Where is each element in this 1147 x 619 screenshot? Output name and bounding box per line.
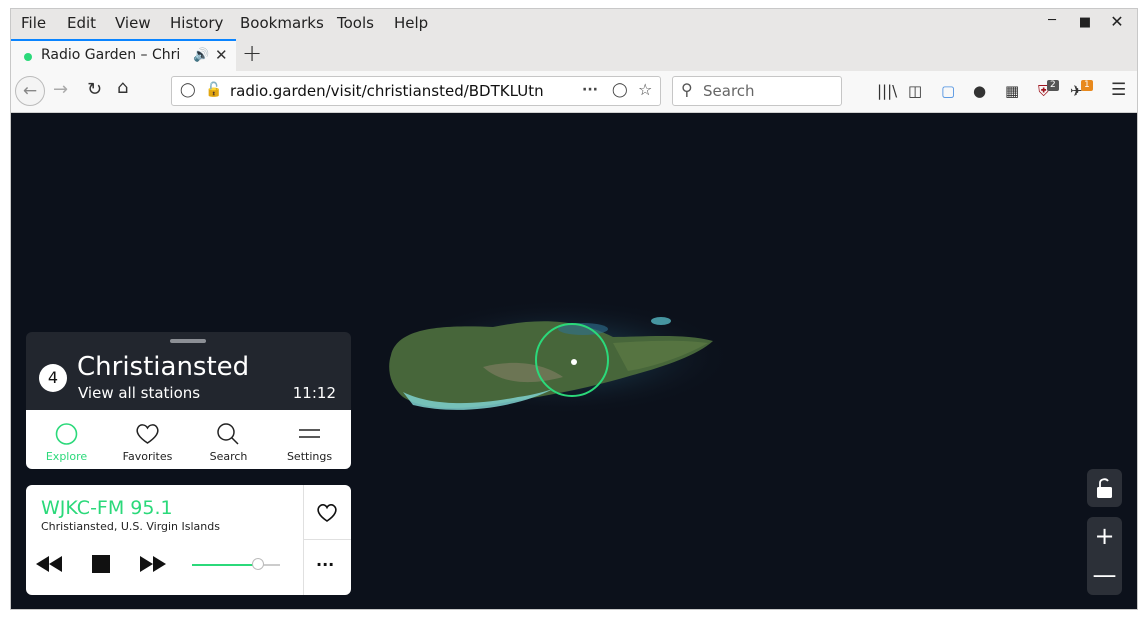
tab-favicon-icon bbox=[24, 53, 32, 61]
view-all-stations-link[interactable]: View all stations bbox=[78, 384, 200, 402]
back-icon[interactable]: ← bbox=[15, 76, 45, 106]
explore-circle-icon bbox=[55, 423, 78, 445]
menu-tools[interactable]: Tools bbox=[337, 14, 374, 32]
bookmark-star-icon[interactable]: ☆ bbox=[638, 80, 652, 99]
tab-close-icon[interactable]: ✕ bbox=[215, 46, 228, 64]
shield-icon[interactable]: ◯ bbox=[180, 82, 196, 98]
document-icon[interactable]: ▢ bbox=[941, 82, 955, 100]
library-icon[interactable]: |||\ bbox=[877, 82, 897, 100]
ublock-badge: 2 bbox=[1047, 80, 1059, 91]
tab-search[interactable]: Search bbox=[188, 410, 269, 469]
zoom-out-button[interactable]: — bbox=[1087, 556, 1122, 595]
divider-horizontal bbox=[303, 539, 351, 540]
place-title: Christiansted bbox=[77, 352, 250, 382]
tab-search-label: Search bbox=[209, 450, 248, 463]
volume-fill bbox=[192, 564, 258, 566]
tab-favorites[interactable]: Favorites bbox=[107, 410, 188, 469]
search-placeholder: Search bbox=[703, 82, 755, 100]
tab-radio-garden[interactable]: Radio Garden – Christi 🔊 ✕ bbox=[11, 39, 236, 71]
local-time: 11:12 bbox=[292, 384, 336, 402]
station-name[interactable]: WJKC-FM 95.1 bbox=[41, 497, 173, 519]
menu-view[interactable]: View bbox=[115, 14, 151, 32]
menu-history[interactable]: History bbox=[170, 14, 223, 32]
station-count-badge: 4 bbox=[39, 364, 67, 392]
tab-settings[interactable]: Settings bbox=[269, 410, 350, 469]
rewind-icon[interactable] bbox=[35, 555, 63, 573]
url-text[interactable]: radio.garden/visit/christiansted/BDTKLUt… bbox=[230, 82, 544, 100]
search-box[interactable]: ⚲ Search bbox=[672, 76, 842, 106]
home-icon[interactable]: ⌂ bbox=[117, 77, 128, 98]
insecure-lock-icon[interactable]: 🔓 bbox=[205, 82, 222, 98]
tab-settings-label: Settings bbox=[286, 450, 333, 463]
url-bar[interactable]: ◯ 🔓 radio.garden/visit/christiansted/BDT… bbox=[171, 76, 661, 106]
unlock-icon bbox=[1097, 478, 1112, 498]
nav-tabs: Explore Favorites Search Settings bbox=[26, 410, 351, 469]
drag-handle[interactable] bbox=[170, 339, 206, 343]
pocket-icon[interactable]: ◯ bbox=[612, 82, 628, 98]
player-card: WJKC-FM 95.1 Christiansted, U.S. Virgin … bbox=[26, 485, 351, 595]
favorite-heart-icon[interactable] bbox=[316, 503, 338, 523]
location-card: 4 Christiansted View all stations 11:12 … bbox=[26, 332, 351, 469]
tab-favorites-label: Favorites bbox=[122, 450, 173, 463]
station-location: Christiansted, U.S. Virgin Islands bbox=[41, 520, 220, 533]
heart-icon bbox=[136, 424, 159, 444]
tab-explore-label: Explore bbox=[45, 450, 88, 463]
menu-help[interactable]: Help bbox=[394, 14, 428, 32]
menubar: File Edit View History Bookmarks Tools H… bbox=[11, 9, 1137, 37]
divider-vertical bbox=[303, 485, 304, 595]
menu-file[interactable]: File bbox=[21, 14, 46, 32]
tab-title: Radio Garden – Christi bbox=[41, 47, 181, 63]
stop-icon[interactable] bbox=[92, 555, 110, 573]
grid-extension-icon[interactable]: ▦ bbox=[1005, 82, 1019, 100]
browser-window: File Edit View History Bookmarks Tools H… bbox=[10, 8, 1138, 610]
tab-explore[interactable]: Explore bbox=[26, 410, 107, 469]
zoom-in-button[interactable]: + bbox=[1087, 517, 1122, 556]
nav-toolbar: ← → ↻ ⌂ ◯ 🔓 radio.garden/visit/christian… bbox=[11, 71, 1137, 113]
new-tab-icon[interactable]: + bbox=[242, 39, 262, 67]
tab-strip: Radio Garden – Christi 🔊 ✕ + bbox=[11, 37, 1137, 71]
volume-knob[interactable] bbox=[252, 558, 264, 570]
zoom-control: + — bbox=[1087, 517, 1122, 595]
account-icon[interactable]: ● bbox=[973, 82, 986, 100]
location-header[interactable]: 4 Christiansted View all stations 11:12 bbox=[26, 332, 351, 410]
map-view[interactable]: 4 Christiansted View all stations 11:12 … bbox=[11, 113, 1137, 609]
lock-toggle-button[interactable] bbox=[1087, 469, 1122, 507]
speaker-icon[interactable]: 🔊 bbox=[193, 48, 209, 63]
reload-icon[interactable]: ↻ bbox=[87, 79, 102, 100]
menu-icon bbox=[299, 429, 320, 438]
minimize-icon[interactable]: ─ bbox=[1044, 13, 1060, 28]
maximize-icon[interactable]: ■ bbox=[1077, 15, 1093, 30]
fast-forward-icon[interactable] bbox=[139, 555, 167, 573]
menu-bookmarks[interactable]: Bookmarks bbox=[240, 14, 324, 32]
search-icon bbox=[217, 423, 239, 445]
search-glass-icon: ⚲ bbox=[681, 80, 693, 99]
more-options-icon[interactable]: ··· bbox=[316, 555, 334, 574]
station-dot[interactable] bbox=[571, 359, 577, 365]
page-actions-icon[interactable]: ··· bbox=[582, 82, 598, 98]
menu-edit[interactable]: Edit bbox=[67, 14, 96, 32]
forward-icon[interactable]: → bbox=[53, 79, 68, 100]
sidebar-icon[interactable]: ◫ bbox=[908, 82, 922, 100]
hamburger-menu-icon[interactable]: ☰ bbox=[1111, 80, 1126, 100]
volume-slider[interactable] bbox=[192, 558, 280, 570]
extension-badge: 1 bbox=[1081, 80, 1093, 91]
close-window-icon[interactable]: ✕ bbox=[1109, 12, 1125, 31]
